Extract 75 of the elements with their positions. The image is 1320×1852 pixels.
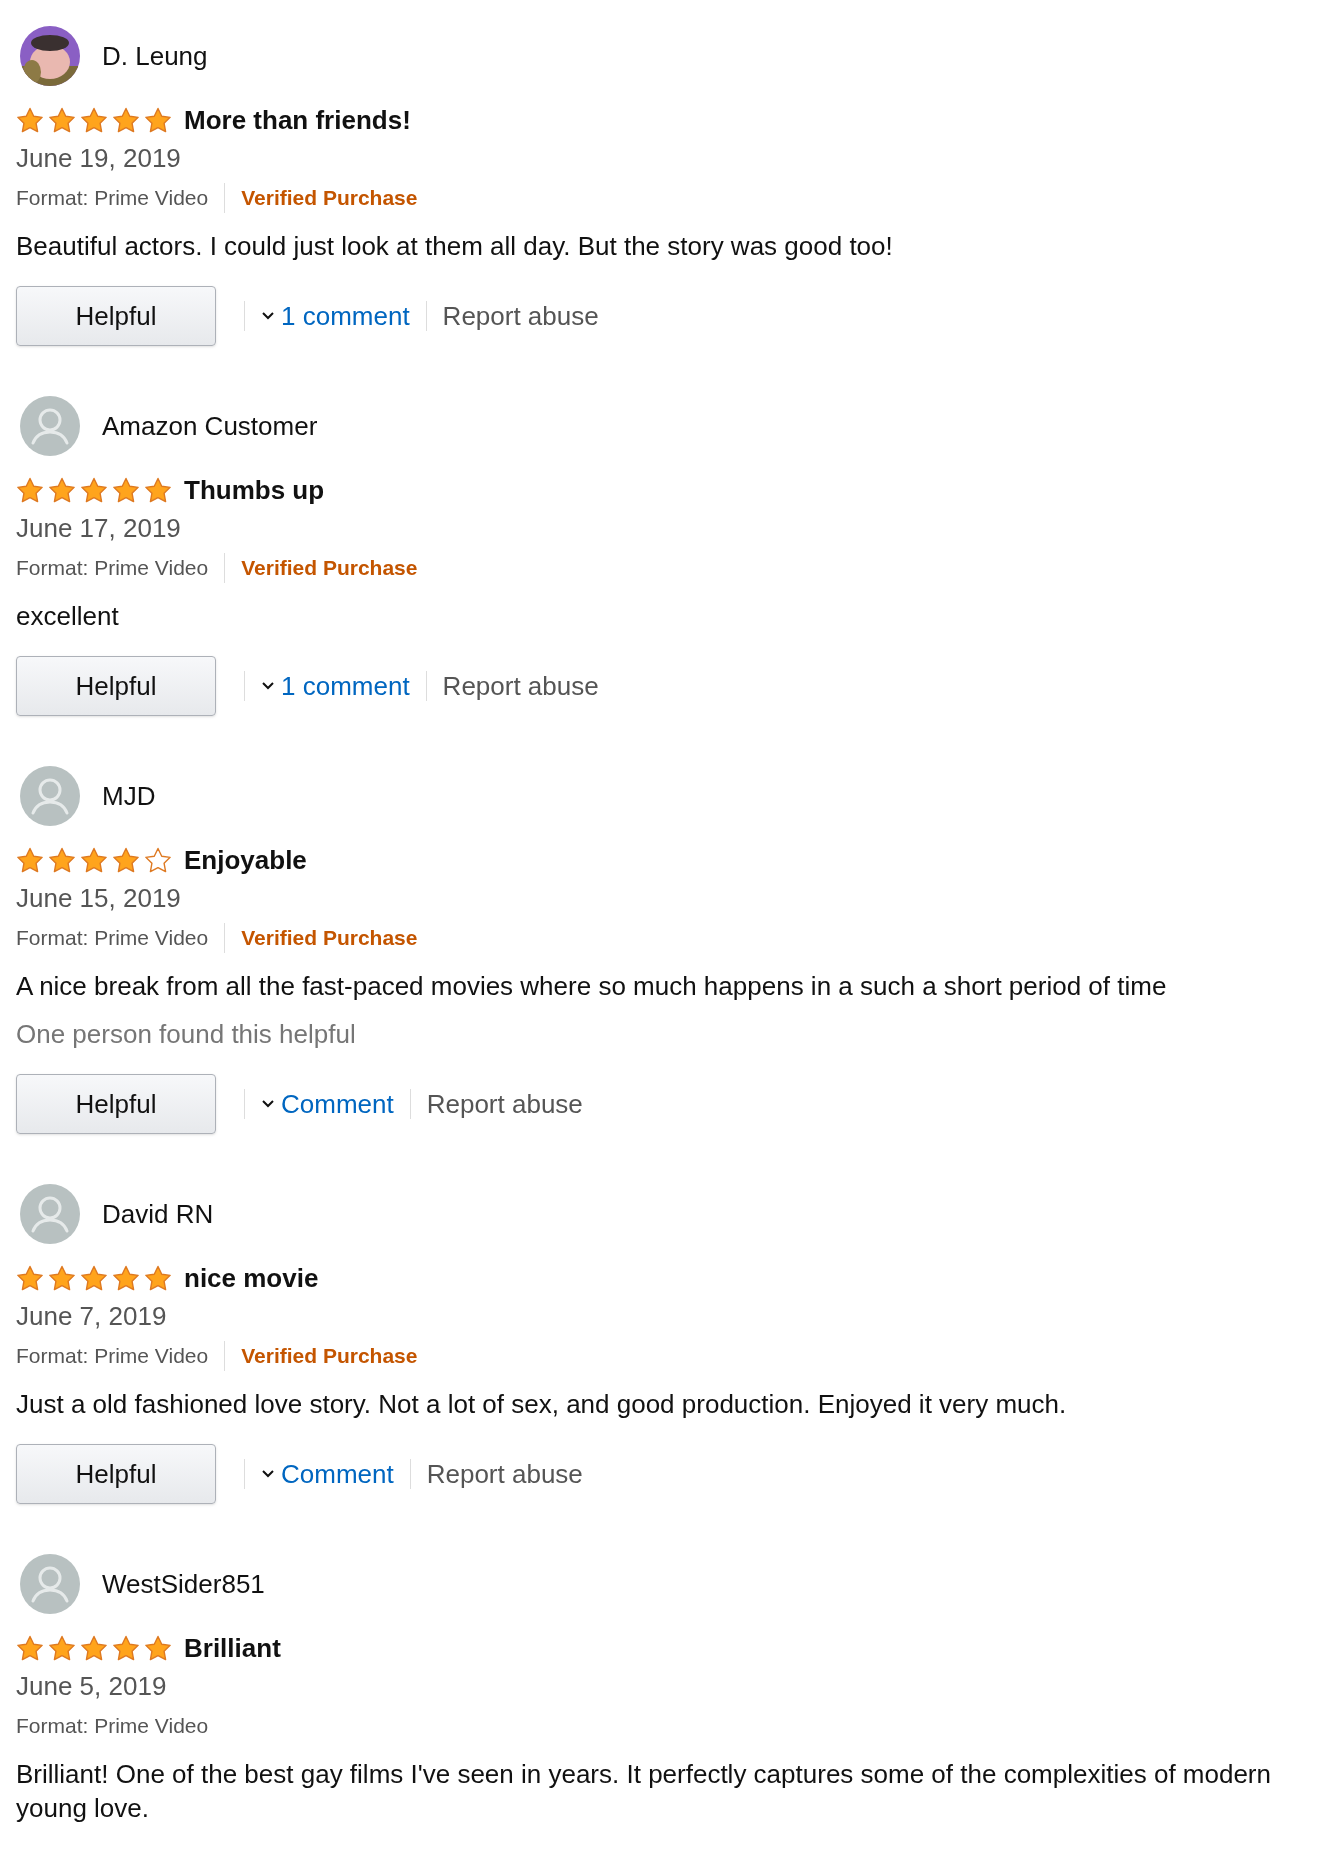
report-abuse-link[interactable]: Report abuse — [426, 1454, 583, 1494]
filled-star-icon — [112, 1264, 140, 1292]
comment-link[interactable]: 1 comment — [281, 666, 410, 706]
format-label: Format: Prime Video — [16, 1713, 209, 1740]
filled-star-icon — [80, 476, 108, 504]
format-label: Format: Prime Video — [16, 185, 209, 212]
verified-purchase-label: Verified Purchase — [241, 555, 418, 582]
helpful-button[interactable]: Helpful — [16, 286, 216, 346]
filled-star-icon — [48, 1264, 76, 1292]
report-abuse-link[interactable]: Report abuse — [426, 1084, 583, 1124]
comment-link[interactable]: 1 comment — [281, 296, 410, 336]
filled-star-icon — [16, 476, 44, 504]
review-date: June 7, 2019 — [16, 1300, 167, 1333]
review-title: Enjoyable — [184, 843, 307, 877]
helpful-button[interactable]: Helpful — [16, 1444, 216, 1504]
filled-star-icon — [48, 1634, 76, 1662]
review-text: A nice break from all the fast-paced movies where so much happens in a such a short period of time — [16, 970, 1168, 1003]
verified-purchase-label: Verified Purchase — [241, 1343, 418, 1370]
review-date: June 15, 2019 — [16, 882, 181, 915]
filled-star-icon — [80, 846, 108, 874]
helpful-button[interactable]: Helpful — [16, 1074, 216, 1134]
filled-star-icon — [16, 846, 44, 874]
filled-star-icon — [112, 106, 140, 134]
filled-star-icon — [80, 106, 108, 134]
filled-star-icon — [144, 1634, 172, 1662]
reviewer-name: Amazon Customer — [102, 409, 318, 443]
reviewer-name: MJD — [102, 779, 156, 813]
filled-star-icon — [16, 106, 44, 134]
avatar-icon — [20, 1554, 80, 1614]
filled-star-icon — [80, 1264, 108, 1292]
format-label: Format: Prime Video — [16, 925, 209, 952]
caret-down-icon — [261, 311, 275, 321]
review-date: June 19, 2019 — [16, 142, 181, 175]
comment-link[interactable]: Comment — [281, 1454, 394, 1494]
review-title: nice movie — [184, 1261, 319, 1295]
filled-star-icon — [144, 106, 172, 134]
avatar-icon — [20, 396, 80, 456]
filled-star-icon — [144, 476, 172, 504]
format-label: Format: Prime Video — [16, 1343, 209, 1370]
review-text: excellent — [16, 600, 120, 633]
avatar-icon — [20, 766, 80, 826]
report-abuse-link[interactable]: Report abuse — [442, 296, 599, 336]
review-title: Brilliant — [184, 1631, 281, 1665]
filled-star-icon — [112, 476, 140, 504]
reviewer-name: WestSider851 — [102, 1567, 265, 1601]
filled-star-icon — [112, 846, 140, 874]
filled-star-icon — [48, 846, 76, 874]
filled-star-icon — [144, 1264, 172, 1292]
review-date: June 17, 2019 — [16, 512, 181, 545]
report-abuse-link[interactable]: Report abuse — [442, 666, 599, 706]
helpful-count: One person found this helpful — [16, 1018, 356, 1051]
avatar-icon — [20, 1184, 80, 1244]
verified-purchase-label: Verified Purchase — [241, 185, 418, 212]
verified-purchase-label: Verified Purchase — [241, 925, 418, 952]
review-text: Brilliant! One of the best gay films I've seen in years. It perfectly captures some of the complexities of modern young love. — [16, 1758, 1272, 1825]
review-title: Thumbs up — [184, 473, 325, 507]
helpful-button[interactable]: Helpful — [16, 656, 216, 716]
filled-star-icon — [112, 1634, 140, 1662]
filled-star-icon — [80, 1634, 108, 1662]
reviewer-name: David RN — [102, 1197, 214, 1231]
filled-star-icon — [16, 1264, 44, 1292]
filled-star-icon — [16, 1634, 44, 1662]
filled-star-icon — [48, 476, 76, 504]
caret-down-icon — [261, 681, 275, 691]
empty-star-icon — [144, 846, 172, 874]
caret-down-icon — [261, 1469, 275, 1479]
review-text: Just a old fashioned love story. Not a lot of sex, and good production. Enjoyed it very much. — [16, 1388, 1068, 1421]
reviewer-name: D. Leung — [102, 39, 208, 73]
review-text: Beautiful actors. I could just look at them all day. But the story was good too! — [16, 230, 894, 263]
format-label: Format: Prime Video — [16, 555, 209, 582]
comment-link[interactable]: Comment — [281, 1084, 394, 1124]
filled-star-icon — [48, 106, 76, 134]
review-date: June 5, 2019 — [16, 1670, 167, 1703]
caret-down-icon — [261, 1099, 275, 1109]
review-title: More than friends! — [184, 103, 411, 137]
